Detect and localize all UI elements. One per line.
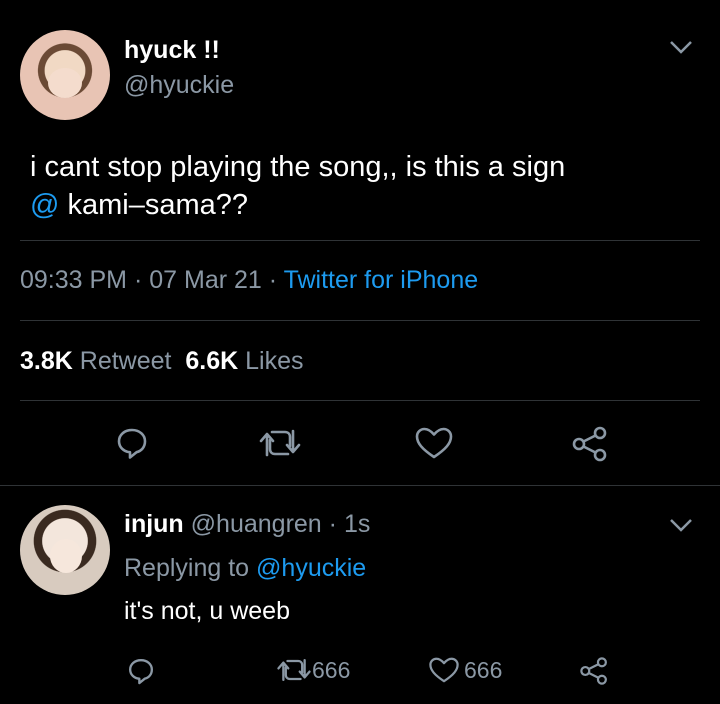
author-avatar[interactable] <box>20 30 110 120</box>
retweet-icon[interactable] <box>258 425 302 461</box>
reply-header: injun @huangren · 1s <box>124 510 370 539</box>
author-display-name[interactable]: hyuck !! <box>124 36 220 65</box>
tweet-stats: 3.8K Retweet 6.6K Likes <box>20 347 304 376</box>
divider <box>20 240 700 241</box>
divider <box>20 400 700 401</box>
tweet-text-line1: i cant stop playing the song,, is this a… <box>30 151 566 183</box>
reply-retweet-count: 666 <box>312 656 351 683</box>
tweet-text-line2: @ kami–sama?? <box>30 186 700 224</box>
replying-to-link[interactable]: @hyuckie <box>256 554 366 582</box>
mention-link[interactable]: @ <box>30 189 59 221</box>
likes-label: Likes <box>245 347 304 375</box>
tweet-date[interactable]: 07 Mar 21 <box>149 266 262 294</box>
meta-separator: · <box>268 266 278 294</box>
divider <box>0 485 720 486</box>
likes-count: 6.6K <box>185 347 239 375</box>
tweet-text: i cant stop playing the song,, is this a… <box>30 148 700 224</box>
tweet-source-link[interactable]: Twitter for iPhone <box>284 266 479 294</box>
tweet-time[interactable]: 09:33 PM <box>20 266 127 294</box>
reply-like-count: 666 <box>464 656 503 683</box>
retweets-count: 3.8K <box>20 347 73 375</box>
reply-like-action[interactable]: 666 <box>428 655 502 685</box>
likes-stat[interactable]: 6.6K Likes <box>185 347 303 375</box>
tweet-text-line2-rest: kami–sama?? <box>59 189 249 221</box>
replying-prefix: Replying to <box>124 554 250 582</box>
reply-retweet-action[interactable]: 666 <box>276 655 350 685</box>
reply-author-avatar[interactable] <box>20 505 110 595</box>
reply-author-display-name[interactable]: injun <box>124 510 184 538</box>
chevron-down-icon[interactable] <box>668 38 694 56</box>
author-handle[interactable]: @hyuckie <box>124 71 234 100</box>
divider <box>20 320 700 321</box>
reply-time[interactable]: 1s <box>344 510 370 538</box>
reply-icon[interactable] <box>114 425 150 461</box>
retweets-label: Retweet <box>79 347 172 375</box>
chevron-down-icon[interactable] <box>668 516 694 534</box>
meta-separator: · <box>133 266 143 294</box>
tweet-meta: 09:33 PM · 07 Mar 21 · Twitter for iPhon… <box>20 266 478 295</box>
replying-to-line: Replying to @hyuckie <box>124 554 366 583</box>
reply-text: it's not, u weeb <box>124 597 290 625</box>
like-icon <box>428 655 460 685</box>
avatar-face <box>48 68 82 98</box>
meta-separator: · <box>328 510 337 538</box>
retweets-stat[interactable]: 3.8K Retweet <box>20 347 171 375</box>
avatar-face <box>50 539 82 573</box>
like-icon[interactable] <box>414 425 454 461</box>
reply-icon[interactable] <box>126 656 156 686</box>
retweet-icon <box>276 655 312 685</box>
share-icon[interactable] <box>578 656 610 686</box>
reply-author-handle[interactable]: @huangren <box>191 510 322 538</box>
share-icon[interactable] <box>570 425 610 463</box>
